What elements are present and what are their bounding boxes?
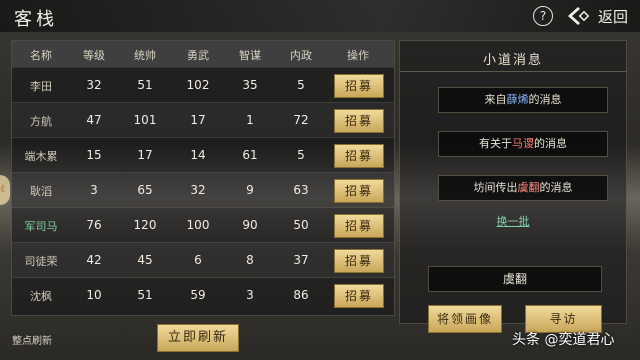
cell-valor: 17 — [190, 113, 206, 127]
message-person-name: 马谡 — [512, 137, 534, 150]
cell-wisdom: 8 — [246, 253, 254, 267]
header-action: 操作 — [347, 49, 369, 62]
cell-politics: 37 — [293, 253, 309, 267]
cell-valor: 14 — [190, 148, 206, 162]
cell-command: 45 — [137, 253, 153, 267]
table-row: 沈枫 10 51 59 3 86 招募 — [12, 277, 394, 313]
watermark: 头条 @奕道君心 — [512, 332, 615, 348]
news-message[interactable]: 有关于马谡的消息 — [438, 131, 608, 157]
cell-wisdom: 90 — [242, 218, 258, 232]
cell-politics: 72 — [293, 113, 309, 127]
cell-wisdom: 3 — [246, 288, 254, 302]
cell-name: 方航 — [30, 115, 52, 128]
portrait-button[interactable]: 将领画像 — [428, 305, 502, 333]
cell-command: 120 — [133, 218, 157, 232]
recruit-button[interactable]: 招募 — [334, 284, 384, 308]
cell-wisdom: 1 — [246, 113, 254, 127]
back-arrow-icon — [568, 7, 590, 25]
cell-politics: 5 — [297, 148, 305, 162]
header-politics: 内政 — [290, 49, 312, 62]
table-row: 李田 32 51 102 35 5 招募 — [12, 67, 394, 103]
message-prefix: 坊间传出 — [473, 181, 518, 194]
cell-wisdom: 35 — [242, 78, 258, 92]
cell-valor: 59 — [190, 288, 206, 302]
message-suffix: 的消息 — [534, 137, 567, 150]
cell-name: 沈枫 — [30, 290, 52, 303]
message-person-name: 虞翻 — [517, 181, 540, 194]
page-title: 客栈 — [14, 9, 58, 30]
cell-command: 51 — [137, 288, 153, 302]
cell-command: 51 — [137, 78, 153, 92]
table-row: 军司马 76 120 100 90 50 招募 — [12, 207, 394, 243]
cell-level: 15 — [86, 148, 102, 162]
refresh-now-button[interactable]: 立即刷新 — [157, 324, 239, 352]
message-suffix: 的消息 — [539, 181, 573, 194]
cell-level: 10 — [86, 288, 102, 302]
message-suffix: 的消息 — [528, 93, 562, 106]
header-name: 名称 — [30, 49, 52, 62]
side-tab[interactable]: ℓ — [0, 175, 10, 205]
side-tab-icon: ℓ — [0, 182, 6, 195]
header-command: 统帅 — [134, 49, 156, 62]
recruit-table-panel: 名称 等级 统帅 勇武 智谋 内政 操作 李田 32 51 102 35 5 招募 方航 47 1… — [11, 40, 395, 316]
news-title: 小道消息 — [482, 53, 543, 68]
header-valor: 勇武 — [187, 49, 209, 62]
cell-politics: 86 — [293, 288, 309, 302]
cell-level: 3 — [90, 183, 98, 197]
recruit-button[interactable]: 招募 — [334, 109, 384, 133]
cell-politics: 50 — [293, 218, 309, 232]
cell-valor: 6 — [194, 253, 202, 267]
table-row: 端木累 15 17 14 61 5 招募 — [12, 137, 394, 173]
cell-level: 32 — [86, 78, 102, 92]
message-prefix: 有关于 — [479, 137, 512, 150]
cell-command: 17 — [137, 148, 153, 162]
cell-level: 47 — [86, 113, 102, 127]
header-level: 等级 — [83, 49, 105, 62]
news-message[interactable]: 来自薛烯的消息 — [438, 87, 608, 113]
cell-wisdom: 61 — [242, 148, 258, 162]
cell-name: 司徒荣 — [24, 255, 58, 268]
recruit-button[interactable]: 招募 — [334, 144, 384, 168]
back-label: 返回 — [598, 8, 629, 26]
message-person-name: 薛烯 — [506, 93, 529, 106]
cell-valor: 32 — [190, 183, 206, 197]
cell-name: 军司马 — [24, 220, 58, 233]
recruit-button[interactable]: 招募 — [334, 249, 384, 273]
cell-name: 李田 — [30, 80, 52, 93]
recruit-button[interactable]: 招募 — [334, 179, 384, 203]
help-button[interactable]: ? — [533, 6, 553, 26]
header-wisdom: 智谋 — [239, 49, 261, 62]
recruit-button[interactable]: 招募 — [334, 214, 384, 238]
cell-name: 耿滔 — [30, 185, 52, 198]
cell-level: 42 — [86, 253, 102, 267]
table-row: 司徒荣 42 45 6 8 37 招募 — [12, 242, 394, 278]
cell-valor: 102 — [186, 78, 210, 92]
cell-name: 端木累 — [24, 150, 58, 163]
back-button[interactable]: 返回 — [566, 4, 636, 28]
recruit-button[interactable]: 招募 — [334, 74, 384, 98]
news-panel: 小道消息 来自薛烯的消息 有关于马谡的消息 坊间传出虞翻的消息 换一批 虞翻 将领画… — [399, 40, 627, 333]
news-message[interactable]: 坊间传出虞翻的消息 — [438, 175, 608, 201]
cell-politics: 63 — [293, 183, 309, 197]
divider — [400, 71, 626, 72]
table-header: 名称 等级 统帅 勇武 智谋 内政 操作 — [12, 41, 394, 67]
cell-command: 101 — [133, 113, 157, 127]
cell-level: 76 — [86, 218, 102, 232]
cell-valor: 100 — [186, 218, 210, 232]
table-row: 耿滔 3 65 32 9 63 招募 — [12, 172, 394, 208]
selected-name-display: 虞翻 — [428, 266, 602, 292]
table-row: 方航 47 101 17 1 72 招募 — [12, 102, 394, 138]
message-prefix: 来自 — [484, 93, 507, 106]
swap-batch-link[interactable]: 换一批 — [400, 213, 626, 229]
auto-refresh-label: 整点刷新 — [12, 336, 52, 347]
cell-wisdom: 9 — [246, 183, 254, 197]
cell-politics: 5 — [297, 78, 305, 92]
cell-command: 65 — [137, 183, 153, 197]
top-bar: 客栈 ? 返回 — [0, 0, 640, 32]
